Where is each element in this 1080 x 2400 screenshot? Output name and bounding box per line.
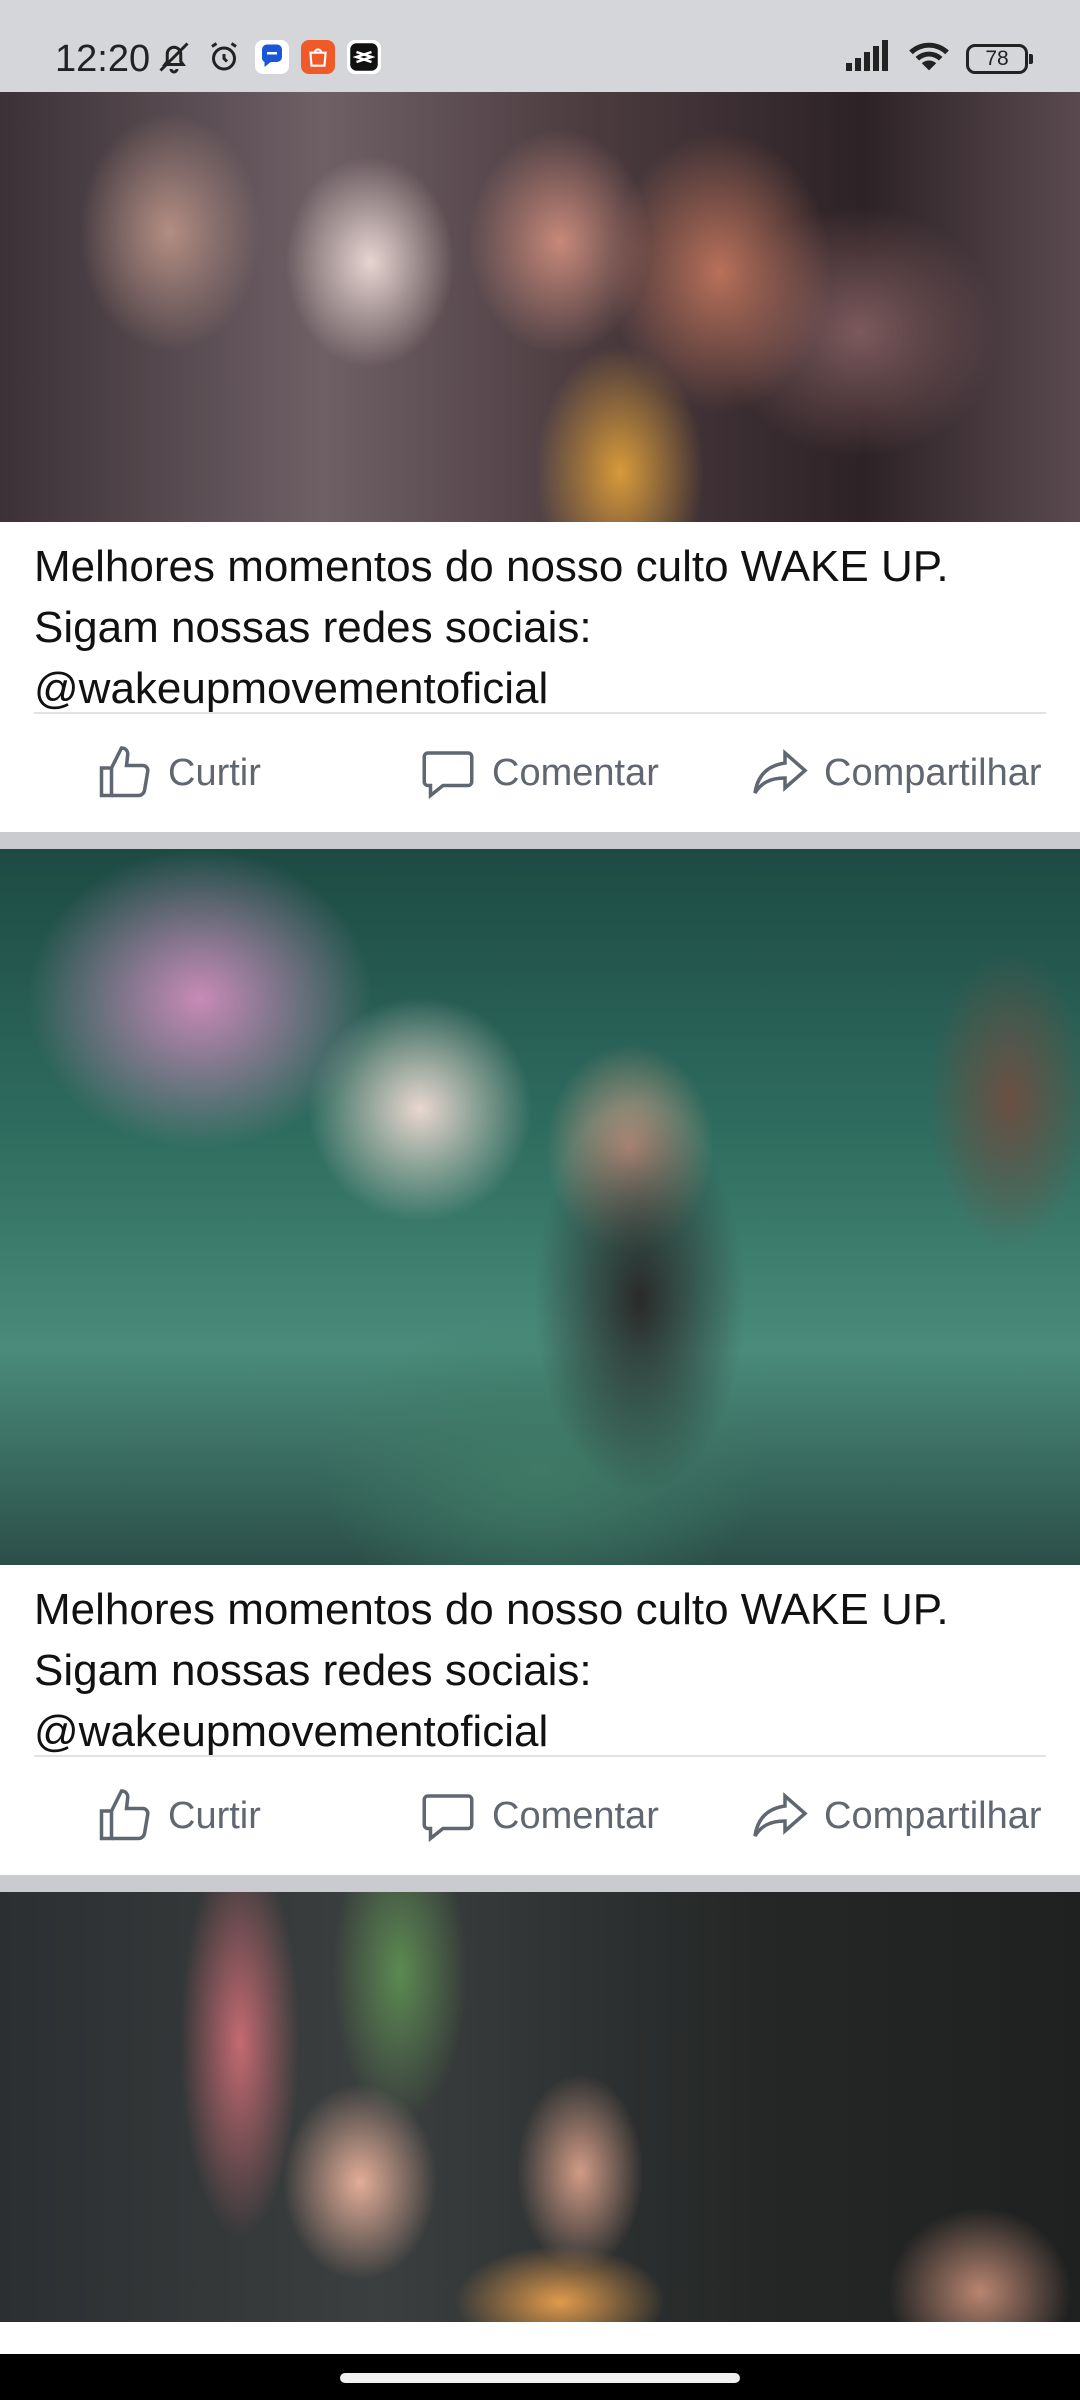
share-label: Compartilhar: [824, 1794, 1042, 1837]
post-caption: Melhores momentos do nosso culto WAKE UP…: [0, 522, 1080, 713]
share-label: Compartilhar: [824, 751, 1042, 794]
comment-button[interactable]: Comentar: [418, 1757, 659, 1875]
like-button[interactable]: Curtir: [94, 1757, 261, 1875]
post-card: [0, 1892, 1080, 2322]
post-image[interactable]: [0, 1892, 1080, 2322]
share-button[interactable]: Compartilhar: [750, 714, 1042, 832]
alarm-icon: [205, 38, 243, 76]
battery-icon: 78: [966, 43, 1033, 74]
like-label: Curtir: [168, 751, 261, 794]
status-bar: 12:20 78: [0, 0, 1080, 92]
post-separator: [0, 832, 1080, 849]
notification-icons: [155, 38, 381, 76]
caption-line: Melhores momentos do nosso culto WAKE UP…: [34, 1585, 949, 1634]
share-icon: [753, 749, 808, 794]
post-caption: Melhores momentos do nosso culto WAKE UP…: [0, 1565, 1080, 1756]
post-separator: [0, 1875, 1080, 1892]
thumbs-up-icon: [99, 746, 150, 798]
post-card: Melhores momentos do nosso culto WAKE UP…: [0, 92, 1080, 849]
shopee-app-icon: [301, 40, 335, 74]
comment-label: Comentar: [492, 751, 659, 794]
post-image[interactable]: [0, 849, 1080, 1565]
post-actions: Curtir Comentar Compartilhar: [0, 714, 1080, 832]
wifi-icon: [906, 38, 952, 79]
like-label: Curtir: [168, 1794, 261, 1837]
caption-line: @wakeupmovementoficial: [34, 664, 549, 713]
chat-app-icon: [255, 40, 289, 74]
post-image[interactable]: [0, 92, 1080, 522]
bell-off-icon: [155, 38, 193, 76]
home-indicator[interactable]: [340, 2373, 740, 2383]
capcut-app-icon: [347, 40, 381, 74]
caption-line: Sigam nossas redes sociais:: [34, 1646, 592, 1695]
post-actions: Curtir Comentar Compartilhar: [0, 1757, 1080, 1875]
caption-line: Melhores momentos do nosso culto WAKE UP…: [34, 542, 949, 591]
comment-icon: [422, 751, 474, 800]
like-button[interactable]: Curtir: [94, 714, 261, 832]
signal-icon: [844, 39, 892, 78]
comment-button[interactable]: Comentar: [418, 714, 659, 832]
feed[interactable]: Melhores momentos do nosso culto WAKE UP…: [0, 92, 1080, 2322]
share-icon: [753, 1792, 808, 1837]
thumbs-up-icon: [99, 1789, 150, 1841]
comment-label: Comentar: [492, 1794, 659, 1837]
system-icons: 78: [844, 38, 1033, 79]
comment-icon: [422, 1794, 474, 1843]
share-button[interactable]: Compartilhar: [750, 1757, 1042, 1875]
navigation-bar: [0, 2354, 1080, 2400]
post-card: Melhores momentos do nosso culto WAKE UP…: [0, 849, 1080, 1892]
caption-line: @wakeupmovementoficial: [34, 1707, 549, 1756]
caption-line: Sigam nossas redes sociais:: [34, 603, 592, 652]
status-time: 12:20: [55, 38, 151, 80]
